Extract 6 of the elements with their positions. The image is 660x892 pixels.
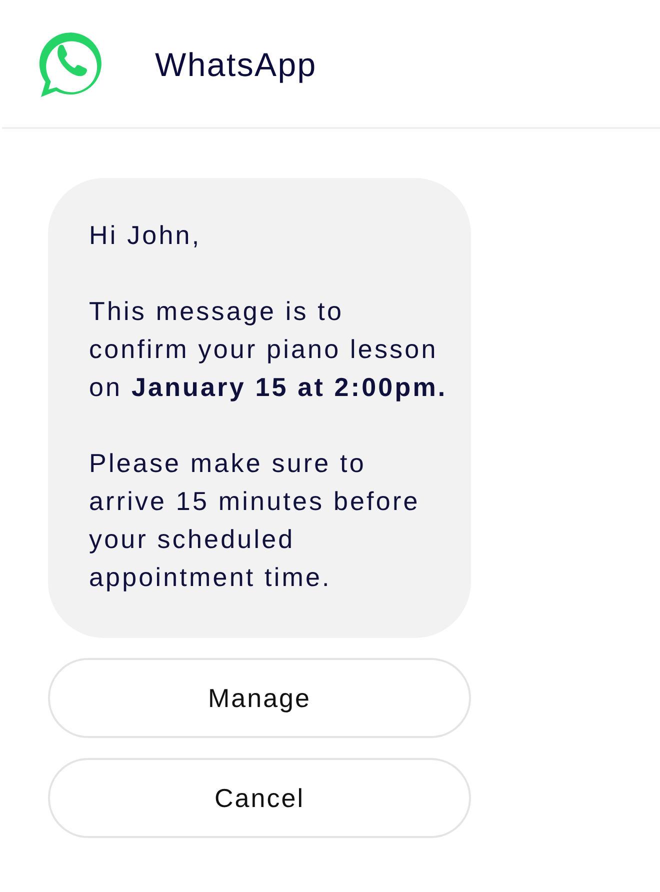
action-button[interactable]: Manage (48, 658, 471, 738)
message-text: Please make sure to arrive 15 minutes before your scheduled appointment time. (89, 447, 421, 594)
message-text: Hi John, (89, 219, 202, 252)
action-button[interactable]: Cancel (48, 758, 471, 838)
app-title: WhatsApp (155, 46, 317, 84)
message-text: This message is to confirm your piano lesson on January 15 at 2:00pm. (89, 295, 448, 404)
